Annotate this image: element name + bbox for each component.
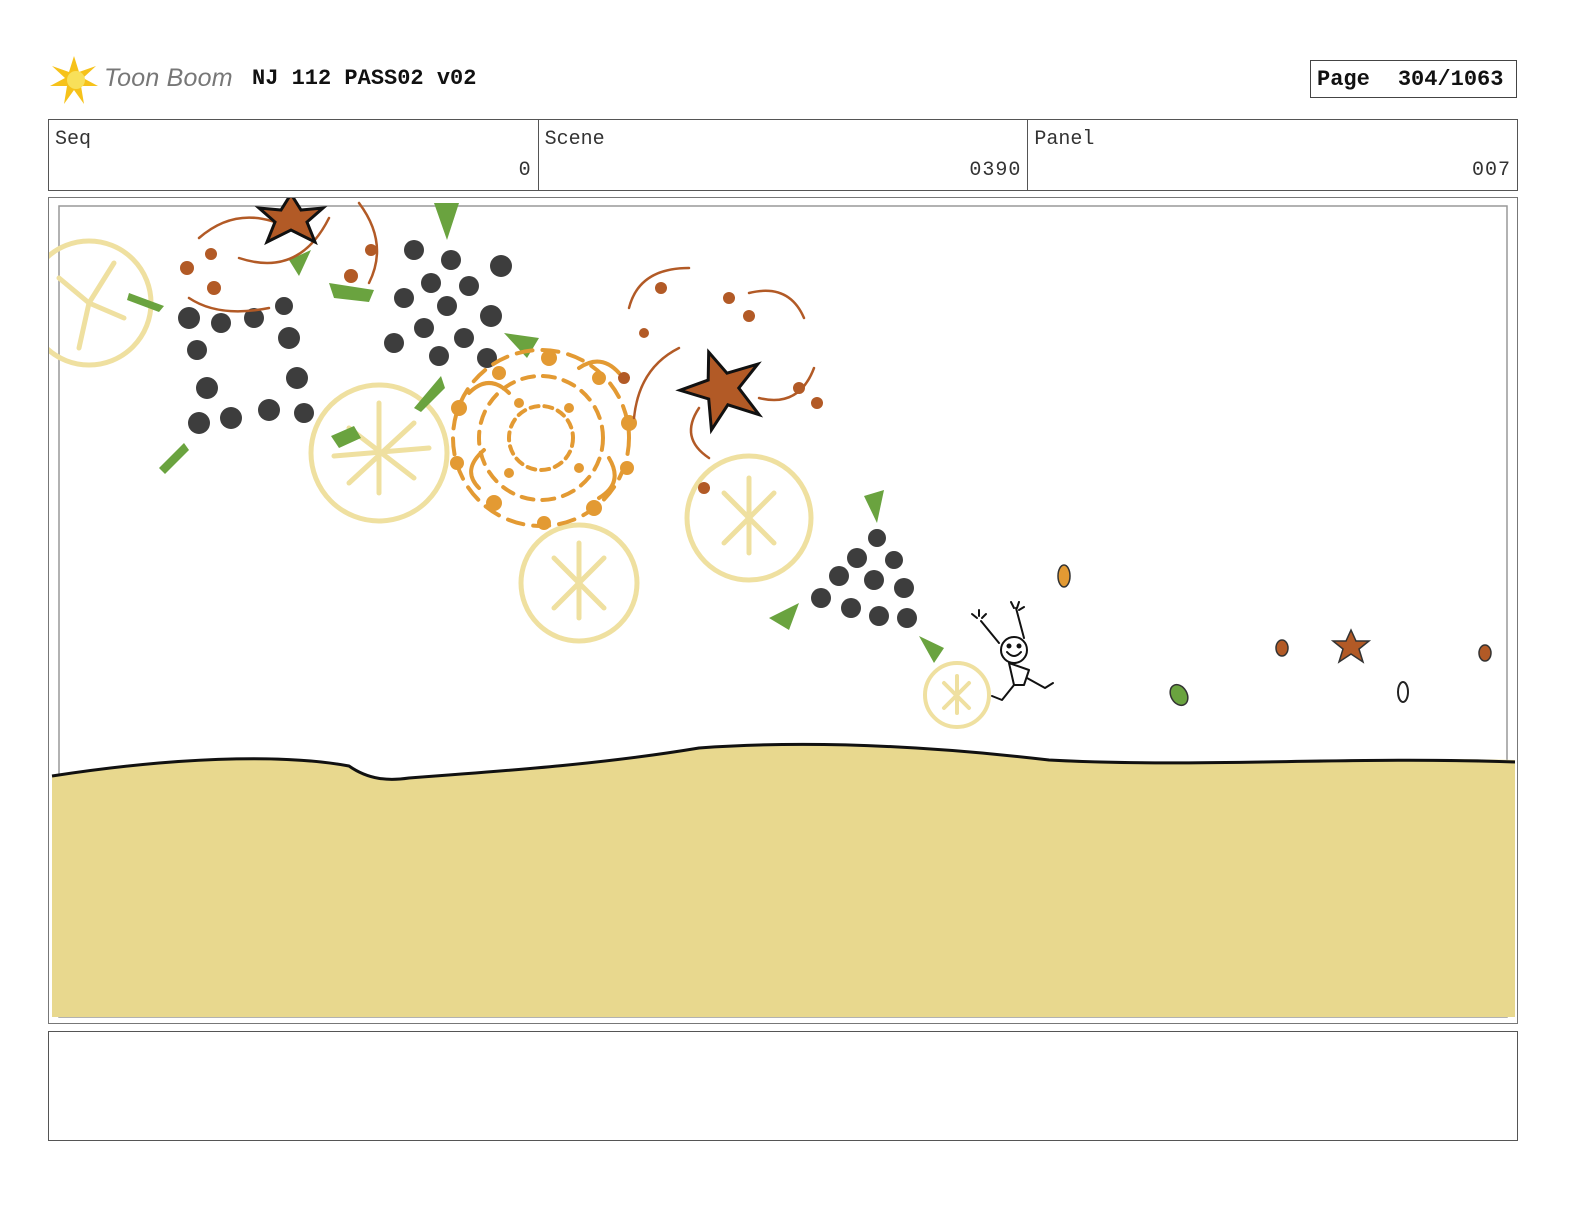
brown-seed-1 (1275, 639, 1289, 657)
green-seed (1169, 683, 1189, 707)
panel-cell: Panel 007 (1028, 120, 1517, 190)
seq-label: Seq (55, 128, 92, 151)
sand-ground (52, 744, 1515, 1017)
panel-notes-box (48, 1031, 1518, 1141)
scene-value: 0390 (969, 159, 1022, 182)
storyboard-panel (48, 197, 1518, 1024)
seq-value: 0 (518, 159, 532, 182)
orange-seed (1057, 564, 1071, 588)
scene-cell: Scene 0390 (539, 120, 1029, 190)
firework-burst-small (923, 661, 991, 729)
seq-cell: Seq 0 (49, 120, 539, 190)
brown-swirl-right (627, 266, 816, 460)
firework-burst-2 (518, 522, 640, 644)
page-label: Page (1317, 66, 1370, 92)
brown-star-right (675, 348, 764, 435)
document-title: NJ 112 PASS02 v02 (252, 66, 477, 91)
panel-label: Panel (1034, 128, 1095, 151)
page-number: 304/1063 (1397, 66, 1504, 92)
character-sketch (971, 601, 1054, 701)
scene-label: Scene (544, 128, 605, 151)
empty-seed (1397, 681, 1409, 703)
panel-value: 007 (1472, 159, 1512, 182)
firework-burst-3 (684, 453, 814, 583)
logo-text: Toon Boom (104, 64, 233, 92)
panel-artwork (49, 198, 1516, 1018)
page-indicator: Page 304/1063 (1310, 60, 1517, 98)
scene-info-row: Seq 0 Scene 0390 Panel 007 (48, 119, 1518, 191)
dark-dot-trail (178, 240, 917, 628)
brown-star-small (1330, 628, 1372, 664)
brown-seed-2 (1478, 644, 1492, 662)
